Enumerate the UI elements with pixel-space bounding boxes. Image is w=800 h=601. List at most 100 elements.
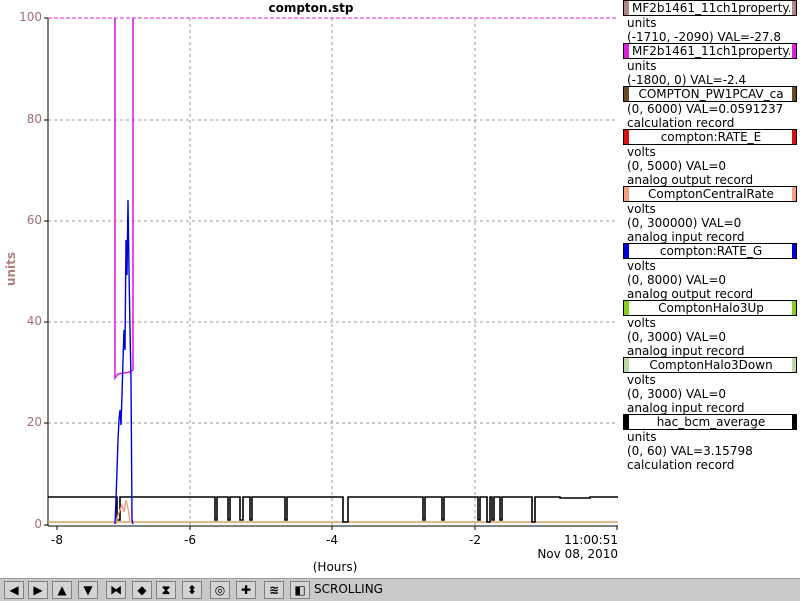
autoscale-icon: ◎ (214, 583, 226, 597)
legend-color-swatch (624, 87, 629, 101)
legend-range: (-1710, -2090) VAL=-27.8 (627, 30, 781, 44)
scroll-right-button[interactable]: ▶ (28, 581, 48, 599)
legend-units: units (627, 59, 657, 73)
legend-color-swatch (624, 358, 629, 372)
legend-trace-name: MF2b1461_11ch1property.F (632, 1, 790, 15)
scroll-right-icon: ▶ (33, 583, 43, 597)
y-tick-label: 20 (26, 415, 42, 429)
y-axis-label: units (4, 251, 19, 287)
reset-button[interactable]: ✚ (236, 581, 256, 599)
zoom-in-y-button[interactable]: ⧗ (156, 581, 176, 599)
legend-color-swatch-right (792, 244, 796, 258)
legend-trace-name: hac_bcm_average (656, 415, 766, 429)
legend-range: (-1800, 0) VAL=-2.4 (627, 73, 747, 87)
scroll-left-icon: ◀ (9, 583, 19, 597)
zoom-in-x-button[interactable]: ⧓ (106, 581, 126, 599)
legend-color-swatch (624, 301, 629, 315)
legend-name-box[interactable]: ComptonCentralRate (623, 186, 797, 202)
scroll-mode-icon: ◧ (294, 583, 306, 597)
legend-name-box[interactable]: COMPTON_PW1PCAV_ca (623, 86, 797, 102)
legend-name-box[interactable]: MF2b1461_11ch1property.F (623, 0, 797, 16)
y-tick-label: 80 (26, 112, 42, 126)
legend-color-swatch-right (792, 87, 796, 101)
legend-name-box[interactable]: MF2b1461_11ch1property.E (623, 43, 797, 59)
legend-trace-name: MF2b1461_11ch1property.E (632, 44, 790, 58)
legend-color-swatch-right (792, 130, 796, 144)
legend-panel: MF2b1461_11ch1property.F units (-1710, -20… (622, 0, 800, 578)
legend-color-swatch (624, 187, 629, 201)
scroll-up-button[interactable]: ▲ (52, 581, 72, 599)
scroll-mode-button[interactable]: ◧ (290, 581, 310, 599)
legend-trace-name: ComptonHalo3Down (649, 358, 773, 372)
legend-name-box[interactable]: hac_bcm_average (623, 414, 797, 430)
legend-range: (0, 3000) VAL=0 (627, 330, 727, 344)
legend-color-swatch-right (792, 1, 796, 15)
trace-compton-rate-g (114, 199, 134, 525)
trace-hac-bcm-average (48, 496, 618, 523)
autoscale-button[interactable]: ◎ (210, 581, 230, 599)
legend-color-swatch (624, 130, 629, 144)
timestamp-time: 11:00:51 (564, 533, 618, 547)
legend-units: volts (627, 202, 656, 216)
zoom-out-y-icon: ⬍ (186, 583, 198, 597)
legend-record: analog input record (627, 230, 745, 244)
legend-range: (0, 60) VAL=3.15798 (627, 444, 753, 458)
legend-color-swatch-right (792, 358, 796, 372)
plot-canvas[interactable] (0, 0, 622, 578)
stagger-button[interactable]: ≋ (264, 581, 284, 599)
legend-units: volts (627, 145, 656, 159)
legend-trace-name: ComptonHalo3Up (658, 301, 764, 315)
reset-icon: ✚ (240, 583, 252, 597)
mode-status: SCROLLING (314, 582, 383, 596)
legend-name-box[interactable]: ComptonHalo3Up (623, 300, 797, 316)
legend-units: units (627, 16, 657, 30)
legend-range: (0, 6000) VAL=0.0591237 (627, 102, 784, 116)
tick-marks (44, 17, 618, 530)
legend-color-swatch (624, 44, 629, 58)
x-tick-label: -6 (184, 533, 196, 547)
y-tick-label: 40 (26, 314, 42, 328)
scroll-up-icon: ▲ (57, 583, 67, 597)
legend-name-box[interactable]: compton:RATE_G (623, 243, 797, 259)
zoom-out-x-button[interactable]: ◆ (132, 581, 152, 599)
legend-record: calculation record (627, 458, 735, 472)
zoom-out-x-icon: ◆ (137, 583, 147, 597)
legend-record: analog output record (627, 287, 754, 301)
legend-units: volts (627, 373, 656, 387)
scroll-down-button[interactable]: ▼ (78, 581, 98, 599)
legend-trace-name: COMPTON_PW1PCAV_ca (638, 87, 784, 101)
legend-color-swatch-right (792, 187, 796, 201)
x-tick-label: -4 (326, 533, 338, 547)
legend-units: volts (627, 316, 656, 330)
x-axis-label: (Hours) (312, 560, 358, 574)
stagger-icon: ≋ (268, 583, 280, 597)
legend-color-swatch (624, 1, 629, 15)
x-tick-label: -8 (51, 533, 63, 547)
legend-record: analog input record (627, 344, 745, 358)
zoom-in-x-icon: ⧓ (110, 583, 122, 597)
legend-color-swatch-right (792, 301, 796, 315)
legend-color-swatch (624, 415, 629, 429)
zoom-in-y-icon: ⧗ (161, 582, 171, 597)
legend-range: (0, 8000) VAL=0 (627, 273, 727, 287)
x-tick-label: -2 (469, 533, 481, 547)
legend-units: units (627, 430, 657, 444)
legend-color-swatch (624, 244, 629, 258)
timestamp-date: Nov 08, 2010 (537, 547, 618, 561)
legend-color-swatch-right (792, 415, 796, 429)
legend-range: (0, 300000) VAL=0 (627, 216, 742, 230)
legend-name-box[interactable]: compton:RATE_E (623, 129, 797, 145)
y-tick-label: 60 (26, 213, 42, 227)
y-tick-label: 0 (34, 517, 42, 531)
legend-trace-name: ComptonCentralRate (648, 187, 774, 201)
legend-name-box[interactable]: ComptonHalo3Down (623, 357, 797, 373)
legend-record: analog input record (627, 401, 745, 415)
legend-range: (0, 5000) VAL=0 (627, 159, 727, 173)
legend-record: analog output record (627, 173, 754, 187)
scroll-left-button[interactable]: ◀ (4, 581, 24, 599)
plot-area[interactable]: compton.stp units 100 80 60 40 20 0 -8 -… (0, 0, 622, 578)
legend-color-swatch-right (792, 44, 796, 58)
legend-record: calculation record (627, 116, 735, 130)
zoom-out-y-button[interactable]: ⬍ (182, 581, 202, 599)
y-tick-label: 100 (19, 10, 42, 24)
